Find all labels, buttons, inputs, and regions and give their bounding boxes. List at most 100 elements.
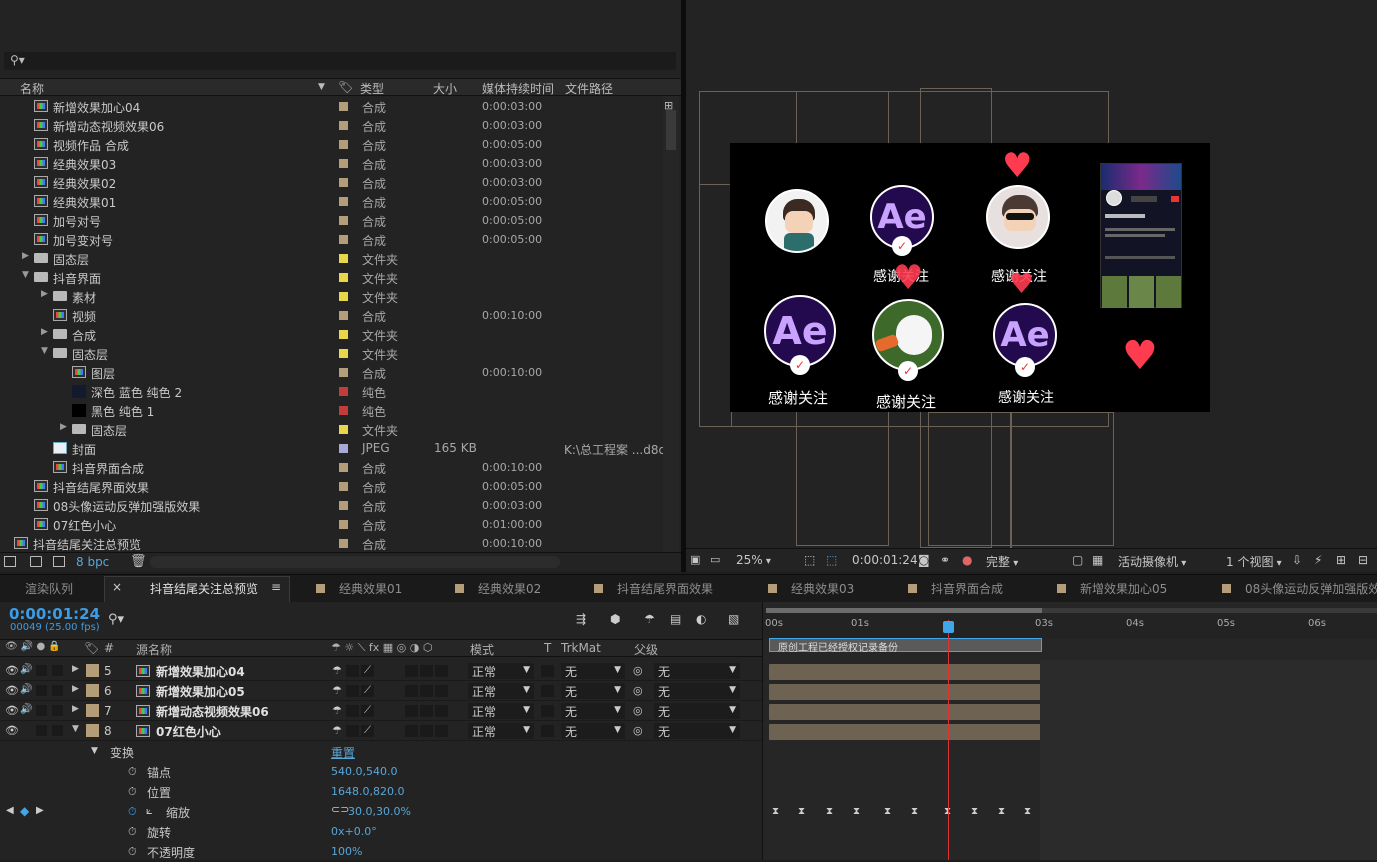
quality-switch[interactable]: ⟋ [361, 685, 374, 697]
label-tag-icon[interactable]: 🏷 [338, 80, 353, 94]
layer-name[interactable]: 07红色小心 [156, 723, 221, 740]
pixel-aspect-icon[interactable]: ⇩ [1292, 553, 1302, 567]
flowchart-icon[interactable]: ⊟ [1358, 553, 1368, 567]
project-scrollbar[interactable] [663, 96, 679, 552]
label-color-swatch[interactable] [339, 444, 348, 453]
visibility-eye-icon[interactable]: 👁 [5, 664, 19, 677]
tab-comp[interactable]: 抖音结尾界面效果 [594, 580, 713, 597]
project-item[interactable]: 视频作品 合成 合成 0:00:05:00 [0, 135, 662, 154]
twirl-icon[interactable]: ▶ [41, 327, 48, 337]
next-keyframe-icon[interactable]: ▶ [36, 805, 44, 816]
twirl-icon[interactable]: ▶ [72, 704, 79, 714]
tab-comp[interactable]: 经典效果01 [316, 580, 402, 597]
quality-switch[interactable]: ⟋ [361, 705, 374, 717]
layer-name[interactable]: 新增效果加心05 [156, 683, 245, 700]
col-source-name[interactable]: 源名称 [136, 641, 172, 658]
playhead-line[interactable] [948, 620, 949, 860]
layer-search-icon[interactable]: ⚲▾ [108, 612, 124, 627]
keyframe-icon[interactable]: ⧗ [1024, 806, 1031, 817]
fast-preview-icon[interactable]: ⚡ [1314, 553, 1322, 567]
stopwatch-icon[interactable]: ⏱ [128, 845, 137, 859]
solo-toggle[interactable] [36, 725, 47, 736]
shy-icon[interactable]: ☂ [332, 704, 342, 717]
label-color-swatch[interactable] [339, 235, 348, 244]
project-item[interactable]: 图层 合成 0:00:10:00 [0, 363, 662, 382]
keyframe-icon[interactable]: ⧗ [911, 806, 918, 817]
label-tag-icon[interactable]: 🏷 [84, 641, 99, 655]
blend-mode-select[interactable]: 正常 [468, 703, 534, 719]
sort-icon[interactable]: ▼ [318, 82, 325, 92]
add-keyframe-icon[interactable]: ◆ [20, 804, 29, 818]
region-of-interest-icon[interactable]: ▢ [1072, 553, 1083, 567]
layer-name[interactable]: 新增效果加心04 [156, 663, 245, 680]
audio-icon[interactable]: 🔊 [20, 704, 32, 715]
layer-switch[interactable] [435, 705, 448, 717]
pick-whip-icon[interactable]: ◎ [633, 684, 643, 697]
transparency-icon[interactable]: ▦ [1092, 553, 1103, 567]
twirl-icon[interactable]: ▶ [72, 684, 79, 694]
new-comp-icon[interactable] [53, 556, 65, 567]
constrain-link-icon[interactable]: ⊂⊃ [331, 803, 349, 816]
property-row[interactable]: ⏱ 位置 1648.0,820.0 [0, 782, 762, 802]
shy-icon[interactable]: ☂ [332, 664, 342, 677]
parent-select[interactable]: 无 [654, 723, 740, 739]
interpret-footage-icon[interactable] [4, 556, 16, 567]
solo-toggle[interactable] [36, 705, 47, 716]
camera-select[interactable]: 活动摄像机 [1118, 553, 1210, 570]
label-color-swatch[interactable] [339, 463, 348, 472]
property-value[interactable]: 0x+0.0° [331, 825, 377, 838]
property-value[interactable]: 540.0,540.0 [331, 765, 397, 778]
col-parent[interactable]: 父级 [634, 641, 658, 658]
col-t[interactable]: T [544, 641, 551, 655]
quality-switch[interactable]: ⟋ [361, 725, 374, 737]
twirl-icon[interactable]: ▶ [60, 422, 67, 432]
label-color-swatch[interactable] [339, 102, 348, 111]
monitor-icon[interactable]: ▭ [710, 553, 720, 566]
label-color-swatch[interactable] [339, 387, 348, 396]
tab-menu-icon[interactable]: ≡ [271, 580, 281, 594]
layer-duration-bar[interactable] [769, 704, 1042, 720]
trkmat-select[interactable]: 无 [561, 723, 625, 739]
keyframe-icon[interactable]: ⧗ [798, 806, 805, 817]
layer-row[interactable]: 👁 ▼ 8 07红色小心 ☂ ⟋ 正常 无 ◎ 无 [0, 721, 762, 741]
project-item[interactable]: 08头像运动反弹加强版效果 合成 0:00:03:00 [0, 496, 662, 515]
layer-switch[interactable] [435, 685, 448, 697]
twirl-icon[interactable]: ▼ [41, 346, 48, 356]
shy-icon[interactable]: ☂ [332, 684, 342, 697]
zoom-select[interactable]: 25% [736, 553, 771, 567]
prev-keyframe-icon[interactable]: ◀ [6, 805, 14, 816]
new-folder-icon[interactable] [30, 556, 42, 567]
tab-comp[interactable]: 新增效果加心05 [1057, 580, 1167, 597]
twirl-icon[interactable]: ▶ [72, 664, 79, 674]
playhead-handle[interactable] [943, 621, 954, 633]
flowchart-icon[interactable]: ⊞ [664, 99, 673, 112]
layer-row[interactable]: 👁🔊 ▶ 6 新增效果加心05 ☂ ⟋ 正常 无 ◎ 无 [0, 681, 762, 701]
label-color-swatch[interactable] [339, 197, 348, 206]
comp-marker[interactable]: 原创工程已经授权记录备份 [769, 638, 1042, 654]
comp-flowchart-icon[interactable]: ⇶ [576, 612, 586, 626]
av-columns-icon[interactable]: 👁 🔊 ● 🔒 [5, 641, 61, 652]
layer-row[interactable]: 👁🔊 ▶ 7 新增动态视频效果06 ☂ ⟋ 正常 无 ◎ 无 [0, 701, 762, 721]
keyframe-icon[interactable]: ⧗ [971, 806, 978, 817]
project-scroll-thumb[interactable] [666, 110, 676, 150]
tab-comp[interactable]: 经典效果03 [768, 580, 854, 597]
project-item[interactable]: 经典效果03 合成 0:00:03:00 [0, 154, 662, 173]
col-type[interactable]: 类型 [360, 80, 384, 97]
label-color-swatch[interactable] [339, 292, 348, 301]
view-layout-select[interactable]: 1 个视图 [1226, 553, 1282, 570]
keyframe-icon[interactable]: ⧗ [772, 806, 779, 817]
label-color-swatch[interactable] [86, 684, 99, 697]
pick-whip-icon[interactable]: ◎ [633, 704, 643, 717]
project-item[interactable]: 抖音结尾界面效果 合成 0:00:05:00 [0, 477, 662, 496]
project-item[interactable]: 新增效果加心04 合成 0:00:03:00 [0, 97, 662, 116]
region-icon[interactable]: ⬚ [804, 553, 815, 567]
preserve-transparency-toggle[interactable] [541, 725, 554, 737]
label-color-swatch[interactable] [339, 159, 348, 168]
tab-render-queue[interactable]: 渲染队列 [25, 580, 73, 597]
label-color-swatch[interactable] [339, 178, 348, 187]
label-color-swatch[interactable] [339, 311, 348, 320]
project-hscroll[interactable] [150, 556, 560, 568]
label-color-swatch[interactable] [86, 664, 99, 677]
layer-switch[interactable] [435, 665, 448, 677]
project-item[interactable]: 黑色 纯色 1 纯色 [0, 401, 662, 420]
